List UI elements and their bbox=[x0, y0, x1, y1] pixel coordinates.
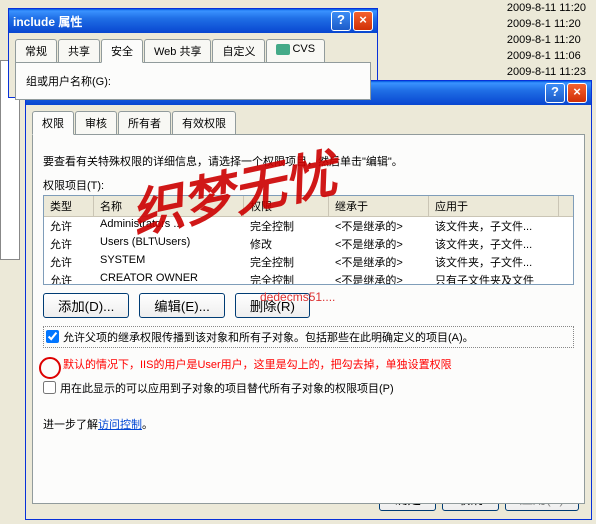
tab-1[interactable]: 共享 bbox=[58, 39, 100, 62]
edit-button[interactable]: 编辑(E)... bbox=[139, 293, 225, 318]
tab-3[interactable]: Web 共享 bbox=[144, 39, 211, 62]
tab-0[interactable]: 权限 bbox=[32, 111, 74, 135]
titlebar: include 属性 ? × bbox=[9, 9, 377, 33]
inherit-checkbox[interactable] bbox=[46, 330, 59, 343]
replace-checkbox[interactable] bbox=[43, 381, 56, 394]
table-row[interactable]: 允许CREATOR OWNER完全控制<不是继承的>只有子文件夹及文件 bbox=[44, 271, 573, 285]
table-row[interactable]: 允许Users (BLT\Users)修改<不是继承的>该文件夹，子文件... bbox=[44, 235, 573, 253]
close-button[interactable]: × bbox=[567, 83, 587, 103]
tab-1[interactable]: 审核 bbox=[75, 111, 117, 134]
list-label: 权限项目(T): bbox=[43, 177, 574, 193]
annotation-note: 默认的情况下，IIS的用户是User用户，这里是勾上的，把勾去掉，单独设置权限 bbox=[63, 356, 574, 372]
table-row[interactable]: 允许SYSTEM完全控制<不是继承的>该文件夹，子文件... bbox=[44, 253, 573, 271]
tab-3[interactable]: 有效权限 bbox=[172, 111, 236, 134]
replace-checkbox-label[interactable]: 用在此显示的可以应用到子对象的项目替代所有子对象的权限项目(P) bbox=[43, 380, 574, 396]
col-header[interactable]: 权限 bbox=[244, 196, 329, 216]
permission-table[interactable]: 类型名称权限继承于应用于 允许Administrators ...完全控制<不是… bbox=[43, 195, 574, 285]
tab-4[interactable]: 自定义 bbox=[212, 39, 265, 62]
access-control-link[interactable]: 访问控制 bbox=[98, 419, 142, 431]
learn-more: 进一步了解访问控制。 bbox=[43, 416, 574, 432]
cvs-icon bbox=[276, 44, 290, 55]
window-title: include 属性 bbox=[13, 13, 329, 30]
table-row[interactable]: 允许Administrators ...完全控制<不是继承的>该文件夹，子文件.… bbox=[44, 217, 573, 235]
col-header[interactable]: 类型 bbox=[44, 196, 94, 216]
watermark-url: dedecms51.... bbox=[260, 290, 335, 304]
tab-0[interactable]: 常规 bbox=[15, 39, 57, 62]
date-entry: 2009-8-11 11:23 bbox=[507, 64, 586, 80]
date-entry: 2009-8-1 11:06 bbox=[507, 48, 586, 64]
date-entry: 2009-8-1 11:20 bbox=[507, 32, 586, 48]
col-header[interactable]: 应用于 bbox=[429, 196, 559, 216]
tab-5[interactable]: CVS bbox=[266, 39, 325, 62]
close-button[interactable]: × bbox=[353, 11, 373, 31]
tab-2[interactable]: 所有者 bbox=[118, 111, 171, 134]
help-button[interactable]: ? bbox=[545, 83, 565, 103]
tab-2[interactable]: 安全 bbox=[101, 39, 143, 63]
add-button[interactable]: 添加(D)... bbox=[43, 293, 129, 318]
date-entry: 2009-8-1 11:20 bbox=[507, 16, 586, 32]
col-header[interactable]: 名称 bbox=[94, 196, 244, 216]
date-entry: 2009-8-11 11:20 bbox=[507, 0, 586, 16]
group-label: 组或用户名称(G): bbox=[26, 73, 360, 89]
info-text: 要查看有关特殊权限的详细信息，请选择一个权限项目，然后单击"编辑"。 bbox=[43, 153, 574, 169]
col-header[interactable]: 继承于 bbox=[329, 196, 429, 216]
help-button[interactable]: ? bbox=[331, 11, 351, 31]
inherit-checkbox-label[interactable]: 允许父项的继承权限传播到该对象和所有子对象。包括那些在此明确定义的项目(A)。 bbox=[46, 329, 571, 345]
